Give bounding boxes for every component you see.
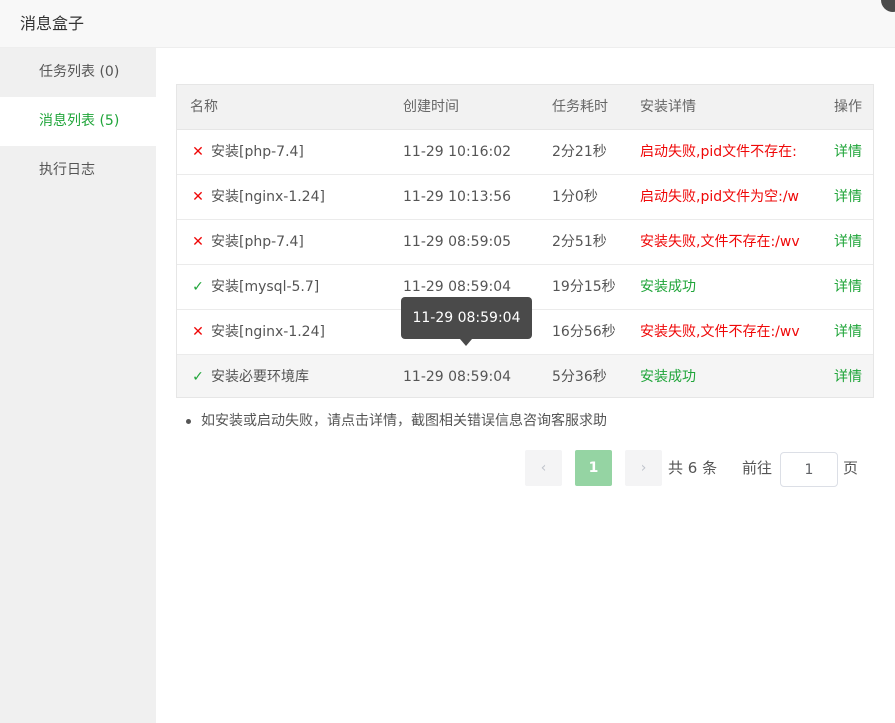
- dialog-title: 消息盒子: [20, 14, 85, 33]
- page-number-1[interactable]: 1: [575, 450, 612, 486]
- row-detail: 启动失败,pid文件不存在:: [640, 144, 797, 160]
- table-row: ✕ 安装[php-7.4] 11-29 08:59:05 2分51秒 安装失败,文…: [177, 220, 873, 265]
- row-duration: 2分51秒: [552, 234, 607, 250]
- goto-label: 前往: [742, 459, 773, 477]
- row-duration: 5分36秒: [552, 369, 607, 385]
- header-op: 操作: [834, 99, 862, 115]
- message-table: 名称 创建时间 任务耗时 安装详情 操作 ✕ 安装[php-7.4] 11-29 …: [176, 84, 874, 398]
- row-duration: 16分56秒: [552, 324, 616, 340]
- row-time: 11-29 10:13:56: [403, 189, 512, 205]
- row-detail-link[interactable]: 详情: [834, 144, 862, 160]
- close-icon: ✕: [192, 144, 204, 160]
- chevron-left-icon: ‹: [540, 460, 547, 476]
- row-name: 安装必要环境库: [211, 369, 309, 385]
- close-button[interactable]: [881, 0, 895, 12]
- table-row: ✕ 安装[nginx-1.24] 11-29 10:13:56 1分0秒 启动失败…: [177, 175, 873, 220]
- help-notes: 如安装或启动失败，请点击详情，截图相关错误信息咨询客服求助: [186, 410, 607, 432]
- row-name: 安装[php-7.4]: [211, 144, 304, 160]
- row-detail-link[interactable]: 详情: [834, 324, 862, 340]
- row-name: 安装[nginx-1.24]: [211, 189, 325, 205]
- close-icon: ✕: [192, 234, 204, 250]
- row-detail-link[interactable]: 详情: [834, 369, 862, 385]
- row-name: 安装[nginx-1.24]: [211, 324, 325, 340]
- next-page-button[interactable]: ›: [625, 450, 662, 486]
- sidebar-item-message-list[interactable]: 消息列表 (5): [0, 97, 156, 146]
- row-time: 11-29 08:59:05: [403, 234, 512, 250]
- pagination-total: 共 6 条: [668, 459, 718, 477]
- row-detail-link[interactable]: 详情: [834, 279, 862, 295]
- header-duration: 任务耗时: [552, 99, 608, 115]
- help-note: 如安装或启动失败，请点击详情，截图相关错误信息咨询客服求助: [186, 410, 607, 432]
- sidebar: 任务列表 (0) 消息列表 (5) 执行日志: [0, 48, 156, 723]
- row-detail: 安装成功: [640, 369, 696, 385]
- dialog-header: 消息盒子: [0, 0, 895, 48]
- row-detail: 启动失败,pid文件为空:/w: [640, 189, 799, 205]
- table-row: ✕ 安装[php-7.4] 11-29 10:16:02 2分21秒 启动失败,p…: [177, 130, 873, 175]
- close-icon: ✕: [192, 189, 204, 205]
- prev-page-button[interactable]: ‹: [525, 450, 562, 486]
- row-detail: 安装失败,文件不存在:/wv: [640, 234, 800, 250]
- check-icon: ✓: [192, 369, 204, 385]
- header-time: 创建时间: [403, 99, 459, 115]
- row-duration: 19分15秒: [552, 279, 616, 295]
- row-detail-link[interactable]: 详情: [834, 189, 862, 205]
- sidebar-item-task-list[interactable]: 任务列表 (0): [0, 48, 156, 97]
- close-icon: ✕: [192, 324, 204, 340]
- row-detail-link[interactable]: 详情: [834, 234, 862, 250]
- page-suffix: 页: [843, 459, 859, 477]
- table-row: ✓ 安装必要环境库 11-29 08:59:04 5分36秒 安装成功 详情: [177, 355, 873, 397]
- row-duration: 1分0秒: [552, 189, 598, 205]
- row-name: 安装[php-7.4]: [211, 234, 304, 250]
- row-duration: 2分21秒: [552, 144, 607, 160]
- table-header: 名称 创建时间 任务耗时 安装详情 操作: [177, 85, 873, 130]
- time-tooltip: 11-29 08:59:04: [401, 297, 532, 339]
- sidebar-item-exec-log[interactable]: 执行日志: [0, 146, 156, 195]
- row-detail: 安装失败,文件不存在:/wv: [640, 324, 800, 340]
- row-time: 11-29 10:16:02: [403, 144, 512, 160]
- row-time: 11-29 08:59:04: [403, 369, 512, 385]
- chevron-right-icon: ›: [640, 460, 647, 476]
- row-name: 安装[mysql-5.7]: [211, 279, 320, 295]
- goto-page-input[interactable]: [780, 452, 838, 487]
- tooltip-arrow: [460, 339, 472, 346]
- header-name: 名称: [190, 99, 218, 115]
- check-icon: ✓: [192, 279, 204, 295]
- header-detail: 安装详情: [640, 99, 696, 115]
- row-detail: 安装成功: [640, 279, 696, 295]
